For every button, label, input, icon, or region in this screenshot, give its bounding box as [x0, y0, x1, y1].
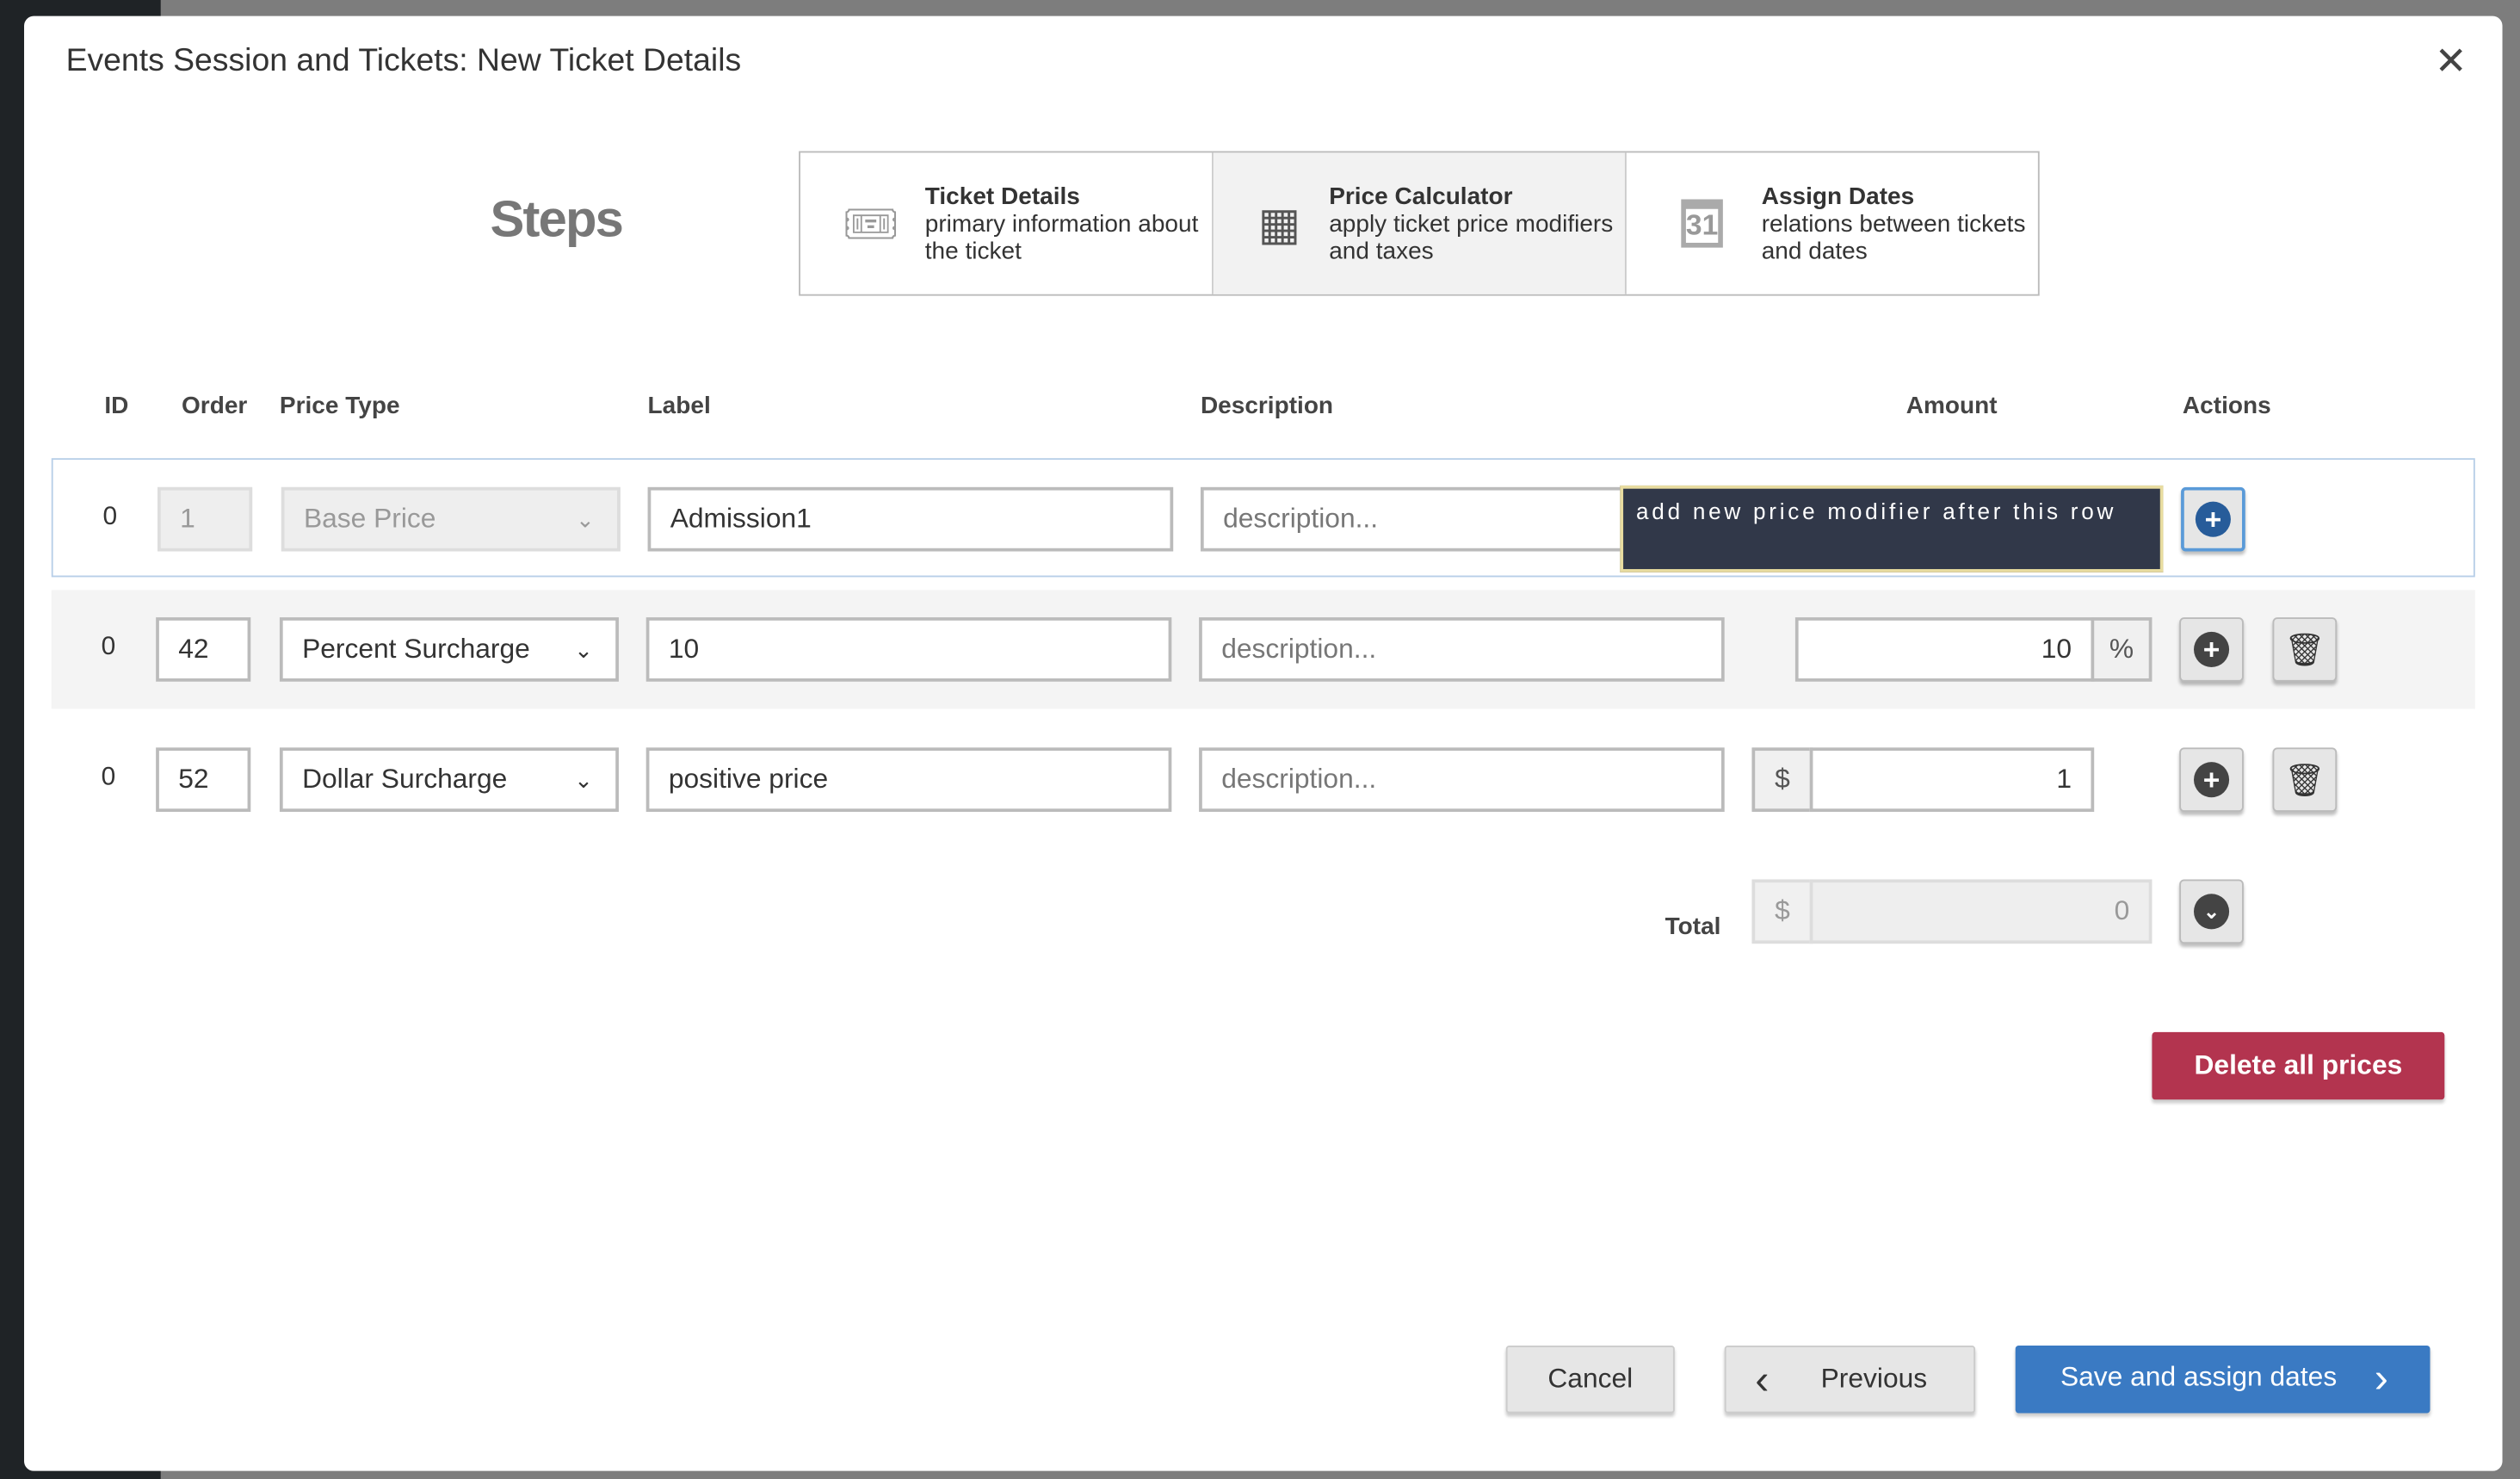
toggle-total-button[interactable]: ⌄: [2179, 879, 2244, 944]
total-currency: $: [1751, 879, 1813, 944]
price-row: 0 42 Percent Surcharge ⌄ 10 description..…: [51, 590, 2475, 709]
calculator-icon: ▦: [1257, 198, 1301, 249]
amount-input[interactable]: 10: [1794, 617, 2095, 682]
chevron-down-icon: ⌄: [574, 766, 594, 793]
previous-label: Previous: [1820, 1363, 1928, 1395]
header-id: ID: [104, 392, 129, 420]
price-type-select[interactable]: Dollar Surcharge ⌄: [279, 747, 619, 813]
modal-title: Events Session and Tickets: New Ticket D…: [65, 43, 742, 79]
plus-icon: +: [2194, 762, 2230, 798]
calendar-icon: 31: [1681, 199, 1723, 248]
header-label: Label: [647, 392, 711, 420]
price-type-value: Base Price: [303, 503, 436, 534]
step-title: Ticket Details: [924, 182, 1080, 210]
steps-label: Steps: [490, 189, 624, 248]
step-desc: primary information about the ticket: [924, 209, 1199, 265]
ticket-details-modal: Events Session and Tickets: New Ticket D…: [24, 15, 2503, 1471]
cancel-button[interactable]: Cancel: [1505, 1346, 1675, 1414]
step-title: Assign Dates: [1761, 182, 1915, 210]
dollar-addon: $: [1751, 747, 1813, 813]
chevron-down-icon: ⌄: [2194, 894, 2230, 930]
trash-icon: 🗑: [2284, 632, 2325, 668]
price-type-select[interactable]: Percent Surcharge ⌄: [279, 617, 619, 682]
step-price-calculator[interactable]: ▦ Price Calculator apply ticket price modi…: [1213, 152, 1627, 294]
row-id: 0: [101, 764, 116, 791]
save-label: Save and assign dates: [2060, 1361, 2338, 1393]
description-input[interactable]: description...: [1199, 617, 1725, 682]
step-desc: relations between tickets and dates: [1761, 209, 2026, 265]
header-actions: Actions: [2182, 392, 2271, 420]
delete-row-button[interactable]: 🗑: [2272, 617, 2338, 682]
description-input[interactable]: description...: [1199, 747, 1725, 813]
header-order: Order: [182, 392, 248, 420]
label-input[interactable]: Admission1: [647, 486, 1174, 552]
price-type-select[interactable]: Base Price ⌄: [281, 486, 621, 552]
header-description: Description: [1200, 392, 1334, 420]
add-modifier-button[interactable]: +: [2181, 486, 2245, 552]
step-desc: apply ticket price modifiers and taxes: [1329, 209, 1614, 265]
header-price-type: Price Type: [279, 392, 400, 420]
header-amount: Amount: [1905, 392, 1998, 420]
tooltip: add new price modifier after this row: [1620, 485, 2164, 572]
delete-row-button[interactable]: 🗑: [2272, 747, 2338, 813]
delete-all-prices-button[interactable]: Delete all prices: [2152, 1031, 2445, 1100]
chevron-right-icon: ›: [2374, 1353, 2388, 1402]
add-modifier-button[interactable]: +: [2179, 747, 2244, 813]
plus-icon: +: [2194, 631, 2230, 667]
trash-icon: 🗑: [2284, 763, 2325, 799]
step-title: Price Calculator: [1329, 182, 1513, 210]
price-type-value: Percent Surcharge: [302, 633, 530, 665]
chevron-left-icon: ‹: [1755, 1355, 1770, 1404]
close-icon[interactable]: ✕: [2435, 39, 2468, 85]
row-id: 0: [101, 633, 116, 661]
order-input[interactable]: 1: [158, 486, 253, 552]
total-value: 0: [1809, 879, 2152, 944]
ticket-icon: 🎟: [842, 198, 899, 249]
chevron-down-icon: ⌄: [576, 506, 595, 533]
step-ticket-details[interactable]: 🎟 Ticket Details primary information about…: [800, 152, 1214, 294]
price-row: 0 52 Dollar Surcharge ⌄ positive price de…: [52, 721, 2475, 839]
order-input[interactable]: 52: [156, 747, 251, 813]
amount-input[interactable]: 1: [1809, 747, 2095, 813]
total-label: Total: [1665, 913, 1721, 941]
chevron-down-icon: ⌄: [574, 636, 594, 663]
percent-addon: %: [2091, 617, 2152, 682]
label-input[interactable]: positive price: [645, 747, 1172, 813]
steps-wizard: 🎟 Ticket Details primary information about…: [799, 151, 2040, 296]
add-modifier-button[interactable]: +: [2179, 617, 2244, 682]
plus-icon: +: [2195, 501, 2231, 537]
step-assign-dates[interactable]: 31 Assign Dates relations between tickets …: [1627, 152, 2038, 294]
order-input[interactable]: 42: [156, 617, 251, 682]
save-and-assign-dates-button[interactable]: Save and assign dates ›: [2015, 1346, 2430, 1414]
row-id: 0: [102, 503, 118, 531]
label-input[interactable]: 10: [645, 617, 1172, 682]
price-type-value: Dollar Surcharge: [302, 764, 508, 795]
previous-button[interactable]: ‹ Previous: [1724, 1346, 1976, 1414]
